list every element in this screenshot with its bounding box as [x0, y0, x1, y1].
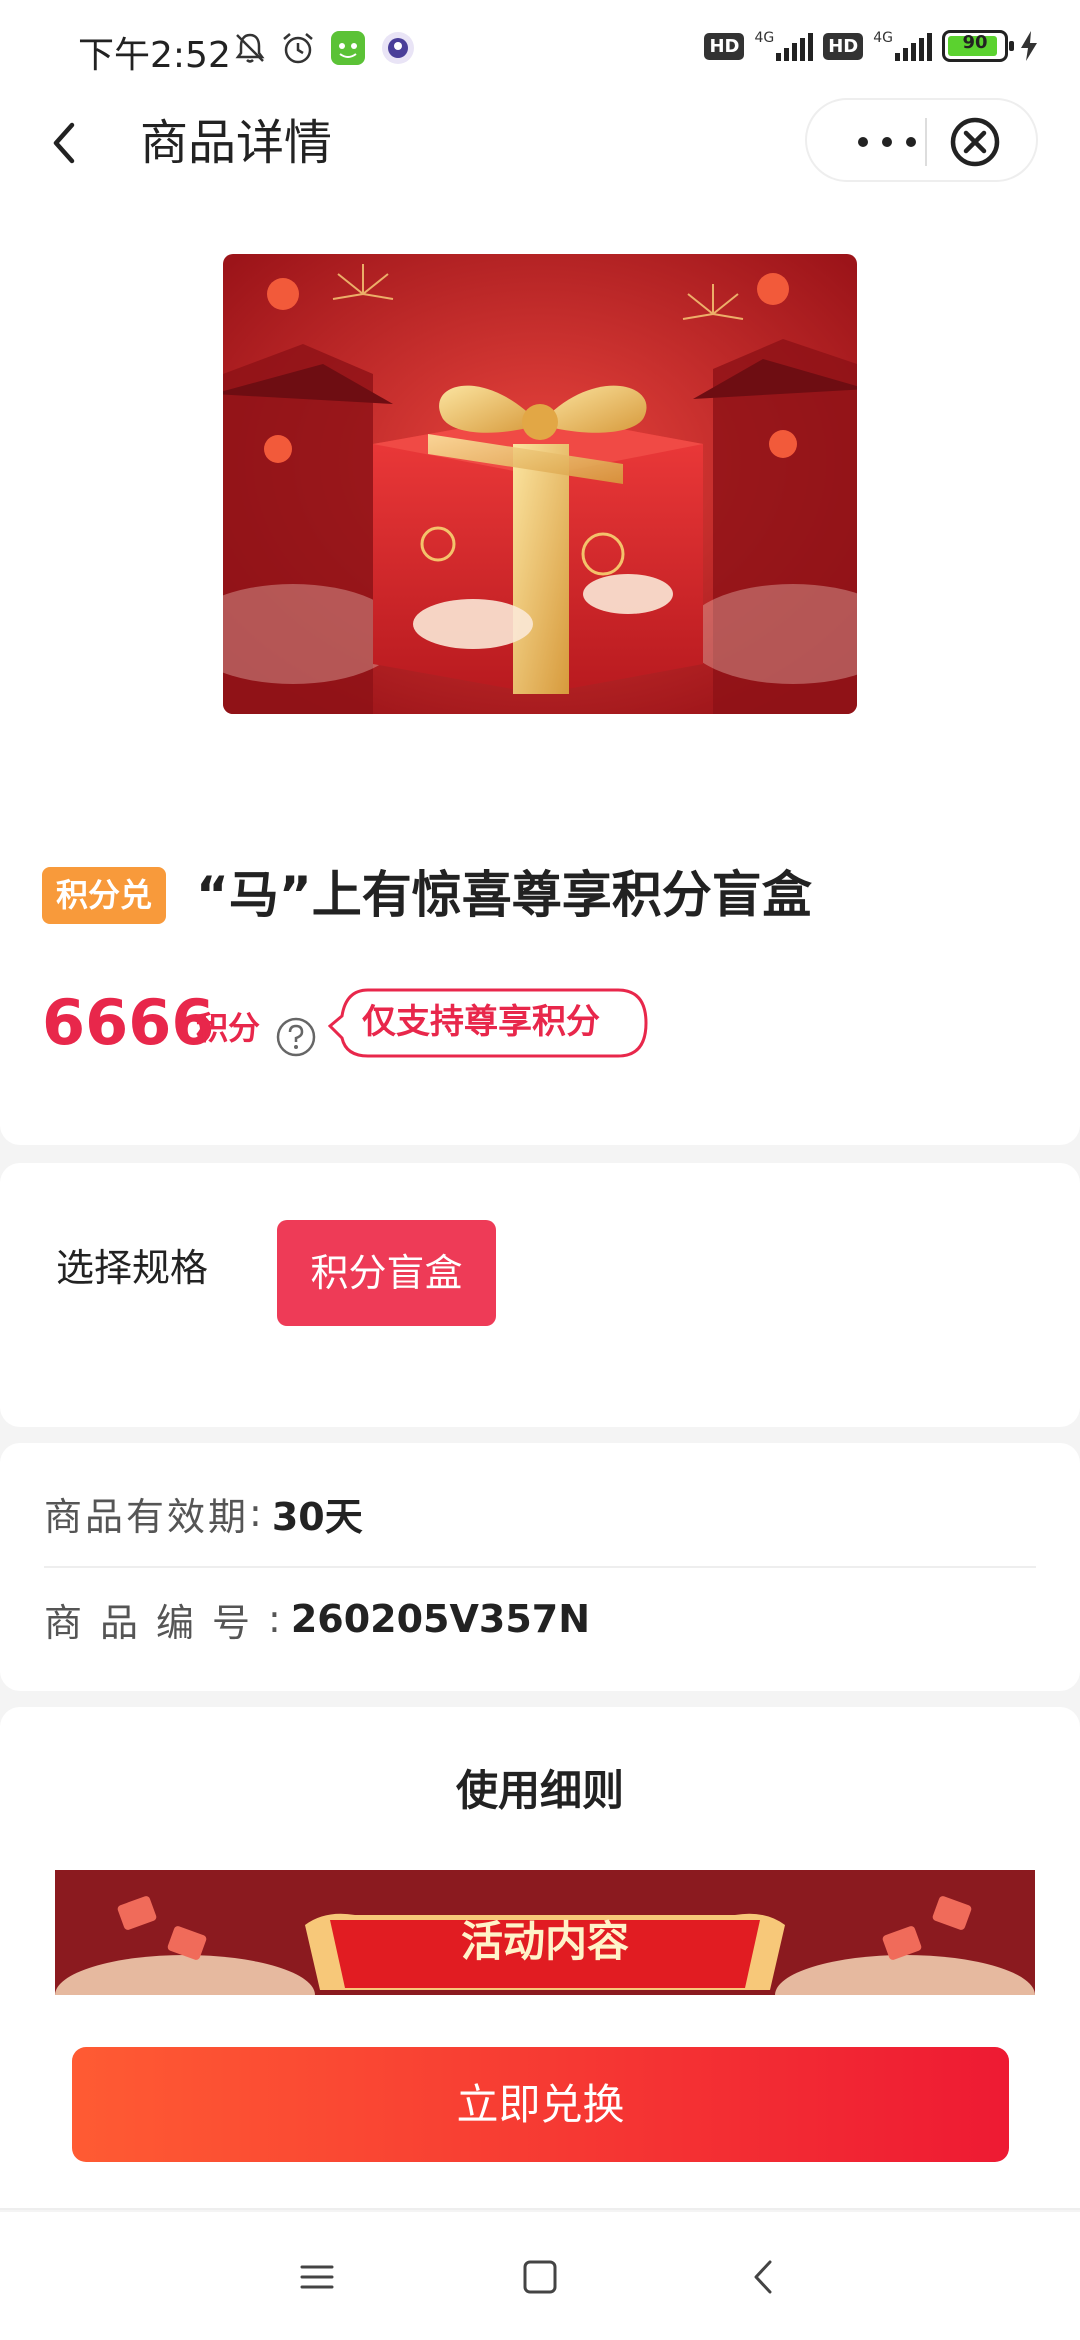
charging-icon	[1021, 31, 1037, 61]
validity-row: 商品有效期 : 30天	[44, 1483, 363, 1543]
status-bar: 下午2:52 HD 4G HD 4G 90	[0, 0, 1080, 95]
spec-card: 选择规格 积分盲盒	[0, 1163, 1080, 1427]
back-arrow-icon[interactable]	[38, 113, 98, 173]
product-code-colon: :	[268, 1597, 281, 1641]
alarm-icon	[283, 33, 313, 64]
activity-banner-title: 活动内容	[460, 1917, 629, 1966]
activity-banner: 活动内容	[55, 1870, 1035, 2010]
price-hint-text: 仅支持尊享积分	[362, 1002, 600, 1042]
price-value: 6666	[42, 986, 215, 1059]
product-code-row: 商品编号 : 260205V357N	[44, 1589, 590, 1649]
validity-value: 30天	[271, 1494, 363, 1539]
product-code-label: 商品编号	[44, 1600, 269, 1645]
hd-badge-2: HD	[823, 32, 864, 60]
status-time: 下午2:52	[78, 35, 231, 76]
price-unit: 积分	[196, 1009, 261, 1047]
validity-colon: :	[249, 1491, 262, 1535]
product-card: 积分兑 “马”上有惊喜尊享积分盲盒 6666 积分 仅支持尊享积分	[0, 190, 1080, 1145]
redeem-button[interactable]: 立即兑换	[72, 2047, 1009, 2162]
product-title: “马”上有惊喜尊享积分盲盒	[196, 866, 812, 924]
signal-icon-2	[895, 31, 932, 61]
product-image[interactable]	[223, 254, 857, 714]
close-circle-icon[interactable]	[945, 112, 1005, 172]
bell-off-icon	[235, 33, 265, 63]
app-notification-icon	[331, 31, 365, 65]
spec-label: 选择规格	[56, 1246, 209, 1290]
product-tag: 积分兑	[42, 867, 167, 924]
system-back-icon[interactable]	[740, 2252, 790, 2302]
info-divider	[44, 1566, 1036, 1568]
product-code-value: 260205V357N	[290, 1597, 591, 1641]
usage-card: 使用细则 活动内容	[0, 1707, 1080, 2010]
menu-icon[interactable]	[292, 2252, 342, 2302]
home-square-icon[interactable]	[515, 2252, 565, 2302]
battery-level: 90	[962, 32, 988, 53]
network-type: 4G	[754, 30, 775, 46]
info-card: 商品有效期 : 30天 商品编号 : 260205V357N	[0, 1443, 1080, 1691]
more-dots-icon[interactable]	[847, 122, 927, 162]
capsule-divider	[925, 118, 927, 166]
miniapp-capsule	[805, 98, 1038, 182]
nav-bar: 商品详情	[0, 95, 1080, 190]
network-type-2: 4G	[873, 30, 893, 46]
hd-badge: HD	[704, 32, 745, 60]
system-nav-bar	[0, 2212, 1080, 2340]
app-notification-icon-2	[382, 32, 414, 64]
page-title: 商品详情	[140, 115, 333, 171]
battery-icon: 90	[942, 30, 1014, 62]
validity-label: 商品有效期	[44, 1494, 250, 1539]
help-question-icon[interactable]	[275, 1016, 317, 1058]
status-right: HD 4G HD 4G 90	[704, 30, 1040, 62]
spec-option-button[interactable]: 积分盲盒	[277, 1220, 496, 1326]
usage-title: 使用细则	[455, 1766, 624, 1815]
signal-icon	[776, 31, 814, 61]
bottom-action-bar: 立即兑换	[0, 1995, 1080, 2210]
